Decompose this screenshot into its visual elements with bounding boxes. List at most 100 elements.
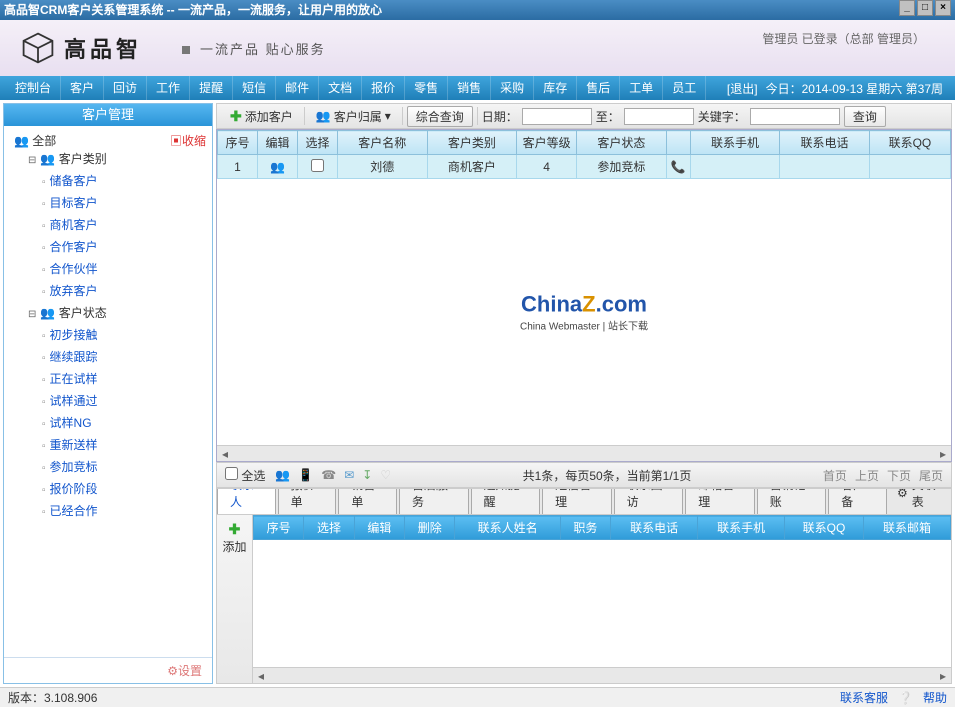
heart-icon[interactable]: ♡ [380, 468, 391, 482]
tree-item[interactable]: 放弃客户 [42, 281, 206, 303]
date-to-input[interactable] [624, 108, 694, 125]
tab-notify[interactable]: 通知提醒 [471, 488, 541, 514]
menu-customer[interactable]: 客户 [61, 76, 104, 100]
export-icon[interactable]: ↧ [362, 468, 372, 482]
tree-all[interactable]: 👥 全部 [14, 132, 56, 149]
search-button[interactable]: 查询 [844, 106, 886, 127]
menu-service[interactable]: 售后 [577, 76, 620, 100]
tree-item[interactable]: 储备客户 [42, 171, 206, 193]
menu-staff[interactable]: 员工 [663, 76, 706, 100]
column-header[interactable]: 编辑 [258, 131, 298, 155]
belong-button[interactable]: 👥客户归属 ▾ [309, 106, 398, 127]
tab-contact[interactable]: 联系人 [217, 488, 276, 514]
tree-item[interactable]: 重新送样 [42, 435, 206, 457]
sub-add-button[interactable]: ✚ 添加 [217, 515, 253, 683]
column-header[interactable]: 联系电话 [611, 516, 698, 540]
page-first[interactable]: 首页 [823, 467, 847, 484]
tree-item[interactable]: 初步接触 [42, 325, 206, 347]
menu-purchase[interactable]: 采购 [491, 76, 534, 100]
menu-work[interactable]: 工作 [147, 76, 190, 100]
mobile-icon[interactable]: 📱 [298, 468, 313, 482]
mail-icon[interactable]: ✉ [344, 468, 354, 482]
page-last[interactable]: 尾页 [919, 467, 943, 484]
tree-group-type[interactable]: 👥 客户类别 [28, 149, 206, 171]
tab-visit[interactable]: 联系回访 [614, 488, 684, 514]
menu-quote[interactable]: 报价 [362, 76, 405, 100]
tab-memo[interactable]: 客户备 [828, 488, 887, 514]
h-scrollbar[interactable] [217, 445, 951, 461]
menu-doc[interactable]: 文档 [319, 76, 362, 100]
menu-stock[interactable]: 库存 [534, 76, 577, 100]
sub-h-scrollbar[interactable] [253, 667, 951, 683]
menu-remind[interactable]: 提醒 [190, 76, 233, 100]
related-table-button[interactable]: ⚙关联表 [889, 488, 951, 514]
table-row[interactable]: 1 👥 刘德 商机客户 4 参加竞标 📞 [218, 155, 951, 179]
column-header[interactable]: 删除 [405, 516, 455, 540]
page-next[interactable]: 下页 [887, 467, 911, 484]
column-header[interactable]: 联系QQ [785, 516, 864, 540]
tree-item[interactable]: 已经合作 [42, 501, 206, 523]
page-prev[interactable]: 上页 [855, 467, 879, 484]
phone-icon[interactable]: 📞 [671, 160, 686, 174]
column-header[interactable]: 序号 [254, 516, 304, 540]
select-all[interactable]: 全选 [225, 467, 265, 484]
menu-console[interactable]: 控制台 [6, 76, 61, 100]
maximize-button[interactable]: □ [917, 0, 933, 16]
tab-sms[interactable]: 短信管理 [542, 488, 612, 514]
tab-quote[interactable]: 报价单 [278, 488, 337, 514]
tab-mailbox[interactable]: 邮箱管理 [685, 488, 755, 514]
menu-visit[interactable]: 回访 [104, 76, 147, 100]
column-header[interactable]: 联系电话 [780, 131, 870, 155]
tree-item[interactable]: 正在试样 [42, 369, 206, 391]
users-icon[interactable]: 👥 [275, 468, 290, 482]
query-button[interactable]: 综合查询 [407, 106, 473, 127]
keyword-input[interactable] [750, 108, 840, 125]
menu-mail[interactable]: 邮件 [276, 76, 319, 100]
column-header[interactable]: 客户状态 [577, 131, 667, 155]
column-header[interactable]: 联系手机 [698, 516, 785, 540]
help-icon[interactable]: ❔ [898, 691, 913, 705]
column-header[interactable]: 序号 [218, 131, 258, 155]
tree-item[interactable]: 试样NG [42, 413, 206, 435]
menu-workorder[interactable]: 工单 [620, 76, 663, 100]
tree-item[interactable]: 参加竞标 [42, 457, 206, 479]
column-header[interactable]: 编辑 [354, 516, 404, 540]
contact-link[interactable]: 联系客服 [840, 689, 888, 706]
logout-link[interactable]: [退出] [727, 80, 758, 97]
column-header[interactable]: 客户类别 [427, 131, 517, 155]
menu-retail[interactable]: 零售 [405, 76, 448, 100]
tree-item[interactable]: 合作伙伴 [42, 259, 206, 281]
column-header[interactable] [666, 131, 690, 155]
tree-item[interactable]: 试样通过 [42, 391, 206, 413]
close-button[interactable]: × [935, 0, 951, 16]
column-header[interactable]: 客户名称 [338, 131, 428, 155]
column-header[interactable]: 联系手机 [690, 131, 780, 155]
menu-sms[interactable]: 短信 [233, 76, 276, 100]
tree-shrink[interactable]: ▣收缩 [170, 132, 206, 149]
column-header[interactable]: 选择 [304, 516, 354, 540]
edit-icon[interactable]: 👥 [270, 160, 285, 174]
add-customer-button[interactable]: ✚添加客户 [223, 106, 300, 127]
tree-item[interactable]: 商机客户 [42, 215, 206, 237]
tab-service[interactable]: 售后服务 [399, 488, 469, 514]
tree-item[interactable]: 继续跟踪 [42, 347, 206, 369]
phone-icon[interactable]: ☎ [321, 468, 336, 482]
tree-item[interactable]: 合作客户 [42, 237, 206, 259]
column-header[interactable]: 联系邮箱 [863, 516, 950, 540]
tree-group-status[interactable]: 👥 客户状态 [28, 303, 206, 325]
date-from-input[interactable] [522, 108, 592, 125]
tree-item[interactable]: 目标客户 [42, 193, 206, 215]
column-header[interactable]: 联系QQ [869, 131, 950, 155]
column-header[interactable]: 客户等级 [517, 131, 577, 155]
tab-sales[interactable]: 销售单 [338, 488, 397, 514]
column-header[interactable]: 选择 [298, 131, 338, 155]
column-header[interactable]: 联系人姓名 [455, 516, 560, 540]
tab-marketing[interactable]: 营销记账 [757, 488, 827, 514]
row-checkbox[interactable] [311, 159, 324, 172]
sidebar-settings[interactable]: ⚙设置 [4, 657, 212, 683]
column-header[interactable]: 职务 [560, 516, 610, 540]
minimize-button[interactable]: _ [899, 0, 915, 16]
menu-sales[interactable]: 销售 [448, 76, 491, 100]
help-link[interactable]: 帮助 [923, 689, 947, 706]
tree-item[interactable]: 报价阶段 [42, 479, 206, 501]
